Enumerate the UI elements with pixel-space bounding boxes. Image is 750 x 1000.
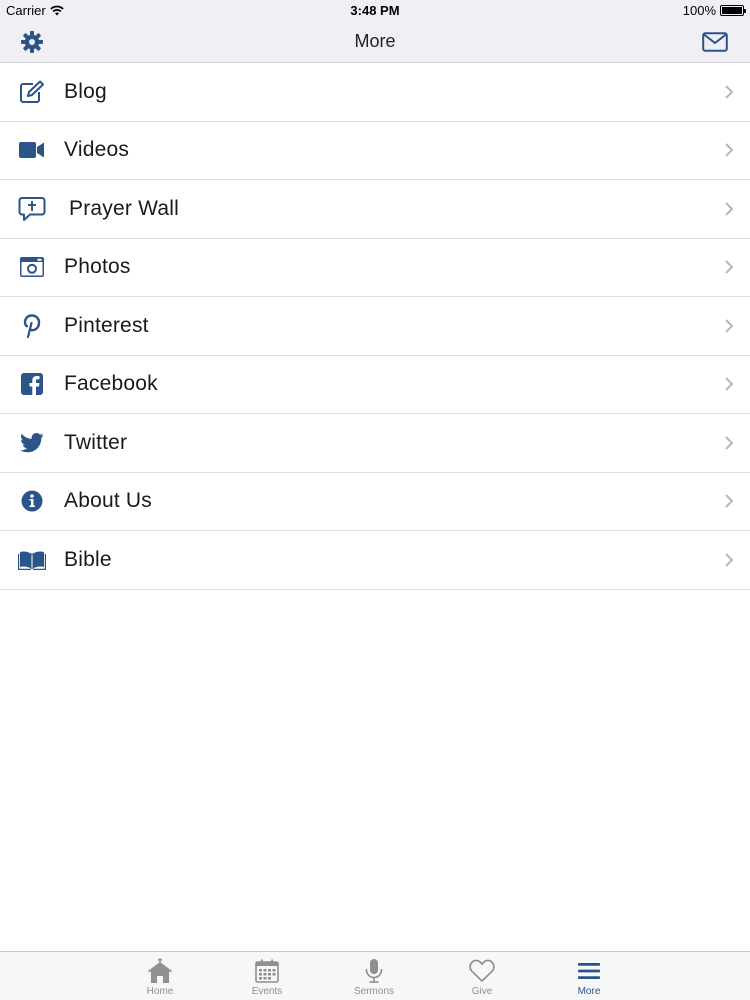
tab-bar: Home Events Sermons Give More xyxy=(0,951,750,1000)
chevron-right-icon xyxy=(725,202,734,216)
tab-events[interactable]: Events xyxy=(227,952,307,1000)
chevron-right-icon xyxy=(725,436,734,450)
chevron-right-icon xyxy=(725,260,734,274)
video-camera-icon xyxy=(18,136,46,164)
menu-list: Blog Videos Prayer Wall Photos Pinterest… xyxy=(0,63,750,590)
menu-item-about-us[interactable]: About Us xyxy=(0,473,750,531)
status-time: 3:48 PM xyxy=(350,3,400,18)
church-icon xyxy=(146,958,174,984)
chevron-right-icon xyxy=(725,319,734,333)
navigation-bar: More xyxy=(0,22,750,63)
menu-item-label: Blog xyxy=(64,79,107,103)
tab-give[interactable]: Give xyxy=(442,952,522,1000)
info-icon xyxy=(18,487,46,515)
tab-label: Events xyxy=(251,986,283,997)
facebook-icon xyxy=(18,370,46,398)
chevron-right-icon xyxy=(725,494,734,508)
camera-icon xyxy=(18,253,46,281)
book-icon xyxy=(18,546,46,574)
heart-icon xyxy=(468,958,496,984)
microphone-icon xyxy=(360,958,388,984)
pinterest-icon xyxy=(18,312,46,340)
menu-item-label: About Us xyxy=(64,489,152,513)
status-right: 100% xyxy=(682,3,746,18)
menu-item-label: Prayer Wall xyxy=(69,196,179,220)
menu-item-videos[interactable]: Videos xyxy=(0,122,750,180)
chevron-right-icon xyxy=(725,85,734,99)
envelope-icon xyxy=(702,32,728,52)
tab-label: Sermons xyxy=(353,986,394,997)
tab-sermons[interactable]: Sermons xyxy=(334,952,414,1000)
tab-label: Home xyxy=(146,986,174,997)
menu-item-bible[interactable]: Bible xyxy=(0,531,750,590)
menu-item-blog[interactable]: Blog xyxy=(0,63,750,122)
menu-item-facebook[interactable]: Facebook xyxy=(0,356,750,414)
menu-item-label: Facebook xyxy=(64,372,158,396)
prayer-speech-icon xyxy=(18,195,46,223)
twitter-icon xyxy=(18,429,46,457)
menu-item-pinterest[interactable]: Pinterest xyxy=(0,297,750,356)
menu-item-label: Twitter xyxy=(64,430,128,454)
menu-item-label: Bible xyxy=(64,547,112,571)
tab-label: More xyxy=(577,986,601,997)
menu-item-photos[interactable]: Photos xyxy=(0,239,750,297)
tab-home[interactable]: Home xyxy=(120,952,200,1000)
edit-icon xyxy=(18,78,46,106)
menu-item-label: Videos xyxy=(64,138,130,162)
mail-button[interactable] xyxy=(700,28,730,56)
menu-item-label: Photos xyxy=(64,255,131,279)
menu-item-label: Pinterest xyxy=(64,313,149,337)
menu-icon xyxy=(575,958,603,984)
calendar-icon xyxy=(253,958,281,984)
chevron-right-icon xyxy=(725,143,734,157)
menu-item-prayer-wall[interactable]: Prayer Wall xyxy=(0,180,750,239)
battery-percent: 100% xyxy=(682,3,716,18)
page-title: More xyxy=(354,31,396,51)
menu-item-twitter[interactable]: Twitter xyxy=(0,414,750,473)
status-bar: Carrier 3:48 PM 100% xyxy=(0,0,750,22)
chevron-right-icon xyxy=(725,377,734,391)
chevron-right-icon xyxy=(725,553,734,567)
tab-more[interactable]: More xyxy=(549,952,629,1000)
tab-label: Give xyxy=(471,986,493,997)
battery-icon xyxy=(720,5,746,16)
